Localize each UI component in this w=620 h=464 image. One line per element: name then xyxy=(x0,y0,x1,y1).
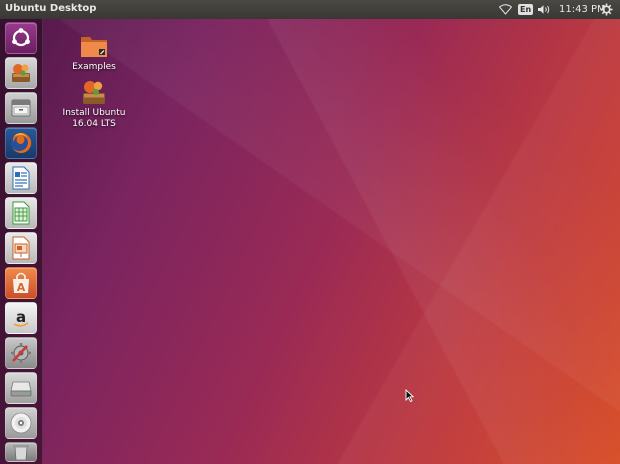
libreoffice-calc-button[interactable] xyxy=(5,197,37,229)
desktop-icon-examples[interactable]: Examples xyxy=(54,32,134,73)
desktop-icon-label: Examples xyxy=(72,62,116,72)
desktop-icon-label: Install Ubuntu xyxy=(62,108,126,118)
firefox-button[interactable] xyxy=(5,127,37,159)
svg-text:a: a xyxy=(16,308,26,326)
ubuntu-dash-button[interactable] xyxy=(5,22,37,54)
folder-icon xyxy=(81,37,107,57)
install-ubuntu-button[interactable] xyxy=(5,57,37,89)
panel-title: Ubuntu Desktop xyxy=(5,3,97,14)
calc-icon xyxy=(12,201,30,225)
top-panel: Ubuntu Desktop En 11:43 PM xyxy=(0,0,620,19)
software-center-icon: A xyxy=(13,272,29,294)
system-settings-button[interactable] xyxy=(5,337,37,369)
ubuntu-installer-icon xyxy=(83,81,105,104)
keyboard-layout-label: En xyxy=(518,4,534,15)
desktop-icon-install-ubuntu[interactable]: Install Ubuntu 16.04 LTS xyxy=(54,78,134,130)
gear-icon[interactable] xyxy=(600,2,613,17)
settings-tools-icon xyxy=(11,343,31,363)
optical-disc-button[interactable] xyxy=(5,407,37,439)
keyboard-layout-indicator[interactable]: En xyxy=(518,2,534,17)
launcher: A a xyxy=(0,19,43,464)
clock[interactable]: 11:43 PM xyxy=(559,2,606,17)
amazon-icon: a xyxy=(13,308,29,327)
trash-button[interactable] xyxy=(5,442,37,462)
impress-icon xyxy=(12,236,30,260)
trash-icon xyxy=(13,445,29,460)
drive-button[interactable] xyxy=(5,372,37,404)
cd-icon xyxy=(10,412,32,434)
ubuntu-logo-icon xyxy=(12,28,30,47)
drive-icon xyxy=(10,381,32,397)
files-button[interactable] xyxy=(5,92,37,124)
file-cabinet-icon xyxy=(11,99,31,117)
amazon-button[interactable]: a xyxy=(5,302,37,334)
wifi-icon[interactable] xyxy=(499,2,512,17)
desktop-icon-label-version: 16.04 LTS xyxy=(72,119,116,129)
writer-icon xyxy=(12,166,30,190)
ubuntu-installer-icon xyxy=(12,64,30,82)
mouse-cursor-icon xyxy=(405,389,414,402)
libreoffice-writer-button[interactable] xyxy=(5,162,37,194)
ubuntu-software-button[interactable]: A xyxy=(5,267,37,299)
libreoffice-impress-button[interactable] xyxy=(5,232,37,264)
svg-text:A: A xyxy=(17,281,26,294)
sound-icon[interactable] xyxy=(537,2,551,17)
firefox-icon xyxy=(11,132,32,153)
